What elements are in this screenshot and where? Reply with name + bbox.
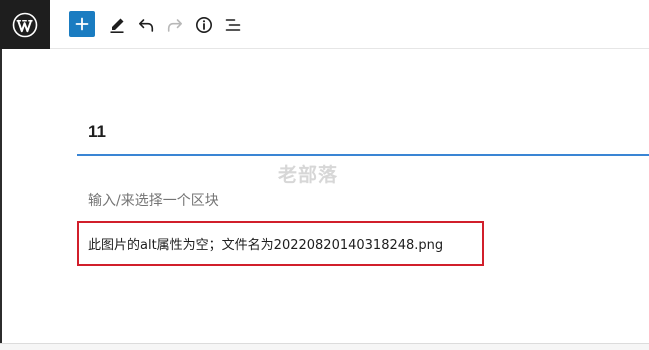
undo-icon[interactable] xyxy=(133,12,159,38)
block-appender-placeholder[interactable]: 输入/来选择一个区块 xyxy=(88,190,219,210)
image-alt-notice-text: 此图片的alt属性为空；文件名为20220820140318248.png xyxy=(88,238,444,253)
footer-strip xyxy=(0,344,649,350)
wordpress-logo-icon[interactable] xyxy=(0,0,50,49)
redo-icon[interactable] xyxy=(162,12,188,38)
info-icon[interactable] xyxy=(191,12,217,38)
list-view-icon[interactable] xyxy=(220,12,246,38)
watermark: 老部落 xyxy=(278,164,339,186)
post-title-input[interactable]: 11 xyxy=(88,122,106,142)
plus-icon[interactable] xyxy=(69,11,95,37)
pencil-icon[interactable] xyxy=(104,12,130,38)
title-focus-underline xyxy=(77,154,649,156)
editor-toolbar xyxy=(0,0,649,49)
